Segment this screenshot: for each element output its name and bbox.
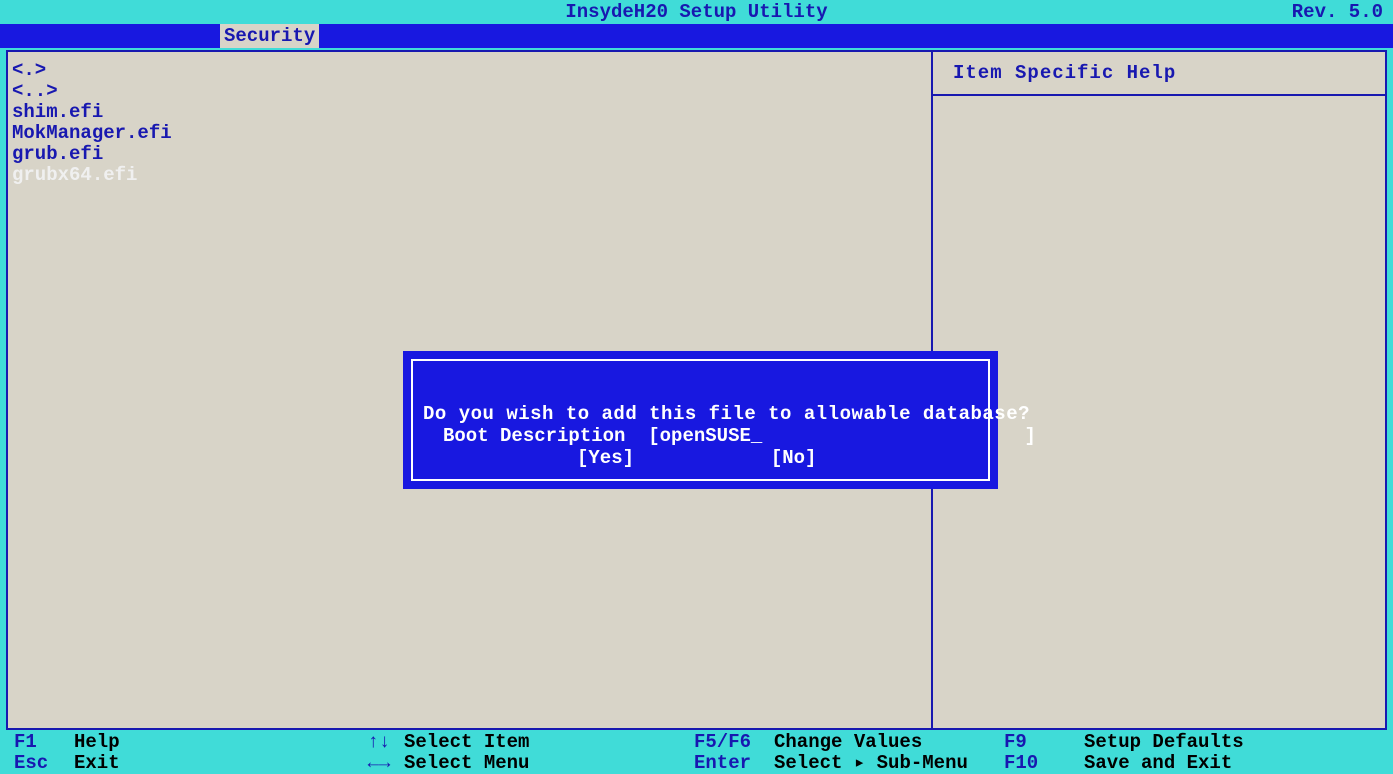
file-list[interactable]: <.> <..> shim.efi MokManager.efi grub.ef… xyxy=(12,60,927,186)
yes-button[interactable]: [Yes] xyxy=(577,447,634,469)
dialog-title xyxy=(417,367,984,389)
menu-bar: Security xyxy=(0,24,1393,48)
list-item[interactable]: shim.efi xyxy=(12,102,927,123)
key-esc: Esc xyxy=(14,753,74,774)
list-item[interactable]: MokManager.efi xyxy=(12,123,927,144)
list-item[interactable]: <.> xyxy=(12,60,927,81)
confirm-dialog: Do you wish to add this file to allowabl… xyxy=(403,351,998,489)
action-help: Help xyxy=(74,732,354,753)
footer-help-bar: F1 Help ↑↓ Select Item F5/F6 Change Valu… xyxy=(0,732,1393,774)
list-item-selected[interactable]: grubx64.efi xyxy=(12,165,927,186)
key-f9: F9 xyxy=(1004,732,1084,753)
key-f10: F10 xyxy=(1004,753,1084,774)
footer-row-1: F1 Help ↑↓ Select Item F5/F6 Change Valu… xyxy=(14,732,1393,753)
app-title: InsydeH20 Setup Utility xyxy=(565,1,827,23)
dialog-question: Do you wish to add this file to allowabl… xyxy=(417,403,984,425)
action-submenu: Select ▸ Sub-Menu xyxy=(774,753,1004,774)
action-change-values: Change Values xyxy=(774,732,1004,753)
key-enter: Enter xyxy=(694,753,774,774)
bios-screen: InsydeH20 Setup Utility Rev. 5.0 Securit… xyxy=(0,0,1393,774)
action-select-menu: Select Menu xyxy=(404,753,694,774)
action-save-exit: Save and Exit xyxy=(1084,753,1232,774)
dialog-buttons: [Yes] [No] xyxy=(417,447,984,469)
revision-label: Rev. 5.0 xyxy=(1292,0,1383,24)
key-f1: F1 xyxy=(14,732,74,753)
tab-security[interactable]: Security xyxy=(220,24,319,48)
action-select-item: Select Item xyxy=(404,732,694,753)
text-cursor: _ xyxy=(751,425,762,447)
list-item[interactable]: grub.efi xyxy=(12,144,927,165)
action-exit: Exit xyxy=(74,753,354,774)
list-item[interactable]: <..> xyxy=(12,81,927,102)
key-updown: ↑↓ xyxy=(354,732,404,753)
dialog-inner: Do you wish to add this file to allowabl… xyxy=(411,359,990,481)
key-f5f6: F5/F6 xyxy=(694,732,774,753)
boot-description-row: Boot Description [openSUSE_ ] xyxy=(417,425,984,447)
boot-description-label: Boot Description xyxy=(443,425,625,447)
title-bar: InsydeH20 Setup Utility Rev. 5.0 xyxy=(0,0,1393,24)
action-setup-defaults: Setup Defaults xyxy=(1084,732,1244,753)
footer-row-2: Esc Exit ←→ Select Menu Enter Select ▸ S… xyxy=(14,753,1393,774)
boot-description-input[interactable]: openSUSE xyxy=(660,425,751,447)
help-pane: Item Specific Help xyxy=(933,52,1385,728)
no-button[interactable]: [No] xyxy=(771,447,817,469)
key-leftright: ←→ xyxy=(354,753,404,774)
help-title: Item Specific Help xyxy=(933,52,1385,96)
